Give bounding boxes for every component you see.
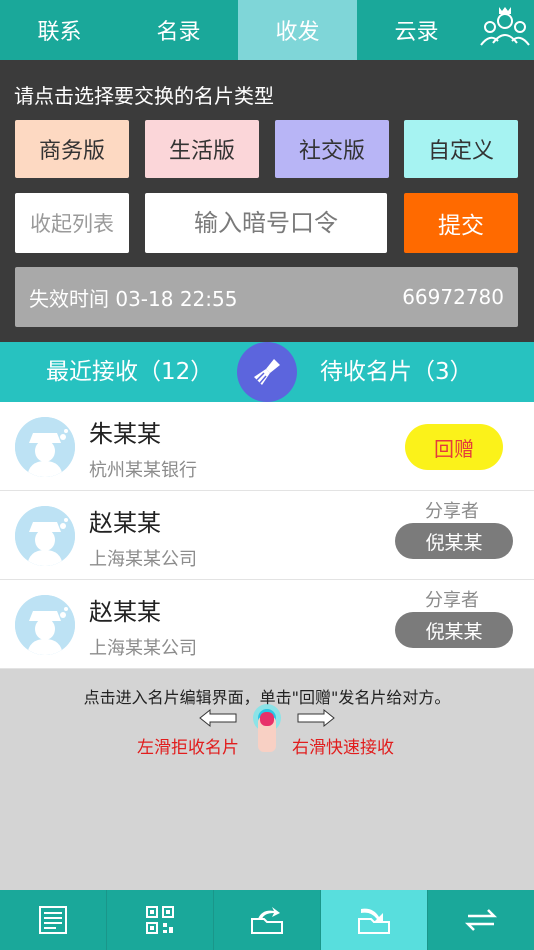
tab-directory[interactable]: 名录 bbox=[119, 0, 238, 60]
exchange-arrows-icon bbox=[464, 909, 498, 931]
contact-name: 赵某某 bbox=[89, 509, 161, 537]
list-item[interactable]: 朱某某 杭州某某银行 回赠 bbox=[0, 402, 534, 491]
swipe-hint: 点击进入名片编辑界面，单击"回赠"发名片给对方。 左滑拒收名片 右滑快速接收 bbox=[0, 670, 534, 890]
group-people-icon bbox=[478, 3, 532, 57]
nav-card-list[interactable] bbox=[0, 890, 107, 950]
contact-company: 上海某某公司 bbox=[89, 638, 197, 659]
arrow-right-icon bbox=[297, 708, 335, 728]
contact-name: 朱某某 bbox=[89, 420, 161, 448]
nav-receive[interactable] bbox=[321, 890, 428, 950]
exchange-code-number: 66972780 bbox=[402, 285, 504, 309]
swipe-right-hint: 右滑快速接收 bbox=[292, 738, 394, 758]
receive-status-bar: 最近接收（12） 待收名片（3） bbox=[0, 342, 534, 402]
return-card-button[interactable]: 回赠 bbox=[405, 424, 503, 470]
pending-cards-tab[interactable]: 待收名片（3） bbox=[320, 342, 473, 402]
received-card-list: 朱某某 杭州某某银行 回赠 赵某某 上海某某公司 分享者 倪某某 赵某某 上海某… bbox=[0, 402, 534, 669]
collapse-list-button[interactable]: 收起列表 bbox=[15, 193, 129, 253]
person-silhouette-icon bbox=[15, 417, 75, 477]
avatar bbox=[15, 506, 75, 566]
list-item[interactable]: 赵某某 上海某某公司 分享者 倪某某 bbox=[0, 580, 534, 669]
avatar bbox=[15, 595, 75, 655]
qr-code-icon bbox=[146, 906, 174, 934]
expire-info-bar: 失效时间 03-18 22:55 66972780 bbox=[15, 267, 518, 327]
business-card-type-button[interactable]: 商务版 bbox=[15, 120, 129, 178]
clear-button[interactable] bbox=[237, 342, 297, 402]
sharer-label: 分享者 bbox=[425, 501, 479, 522]
card-list-icon bbox=[39, 906, 67, 934]
receive-folder-icon bbox=[358, 908, 390, 934]
person-silhouette-icon bbox=[15, 506, 75, 566]
social-card-type-button[interactable]: 社交版 bbox=[275, 120, 389, 178]
bottom-navigation bbox=[0, 890, 534, 950]
swipe-left-hint: 左滑拒收名片 bbox=[137, 738, 239, 758]
group-menu-button[interactable] bbox=[476, 0, 534, 60]
custom-card-type-button[interactable]: 自定义 bbox=[404, 120, 518, 178]
nav-share[interactable] bbox=[214, 890, 321, 950]
person-silhouette-icon bbox=[15, 595, 75, 655]
arrow-left-icon bbox=[199, 708, 237, 728]
nav-qr-code[interactable] bbox=[107, 890, 214, 950]
broom-icon bbox=[254, 359, 280, 385]
share-folder-icon bbox=[251, 907, 283, 934]
sharer-name-button[interactable]: 倪某某 bbox=[395, 523, 513, 559]
tab-send-receive[interactable]: 收发 bbox=[238, 0, 357, 60]
contact-company: 杭州某某银行 bbox=[89, 460, 197, 481]
sharer-name-button[interactable]: 倪某某 bbox=[395, 612, 513, 648]
avatar bbox=[15, 417, 75, 477]
finger-touch-icon bbox=[253, 704, 281, 752]
submit-button[interactable]: 提交 bbox=[404, 193, 518, 253]
life-card-type-button[interactable]: 生活版 bbox=[145, 120, 259, 178]
panel-title: 请点击选择要交换的名片类型 bbox=[14, 84, 274, 108]
contact-company: 上海某某公司 bbox=[89, 549, 197, 570]
sharer-label: 分享者 bbox=[425, 590, 479, 611]
tab-contacts[interactable]: 联系 bbox=[0, 0, 119, 60]
secret-code-input[interactable] bbox=[145, 193, 387, 253]
tab-cloud[interactable]: 云录 bbox=[357, 0, 476, 60]
top-tab-bar: 联系 名录 收发 云录 bbox=[0, 0, 534, 60]
list-item[interactable]: 赵某某 上海某某公司 分享者 倪某某 bbox=[0, 491, 534, 580]
contact-name: 赵某某 bbox=[89, 598, 161, 626]
nav-exchange[interactable] bbox=[428, 890, 534, 950]
expire-time: 失效时间 03-18 22:55 bbox=[29, 286, 238, 311]
recent-received-tab[interactable]: 最近接收（12） bbox=[46, 342, 213, 402]
exchange-panel: 请点击选择要交换的名片类型 商务版 生活版 社交版 自定义 收起列表 提交 失效… bbox=[0, 60, 534, 342]
